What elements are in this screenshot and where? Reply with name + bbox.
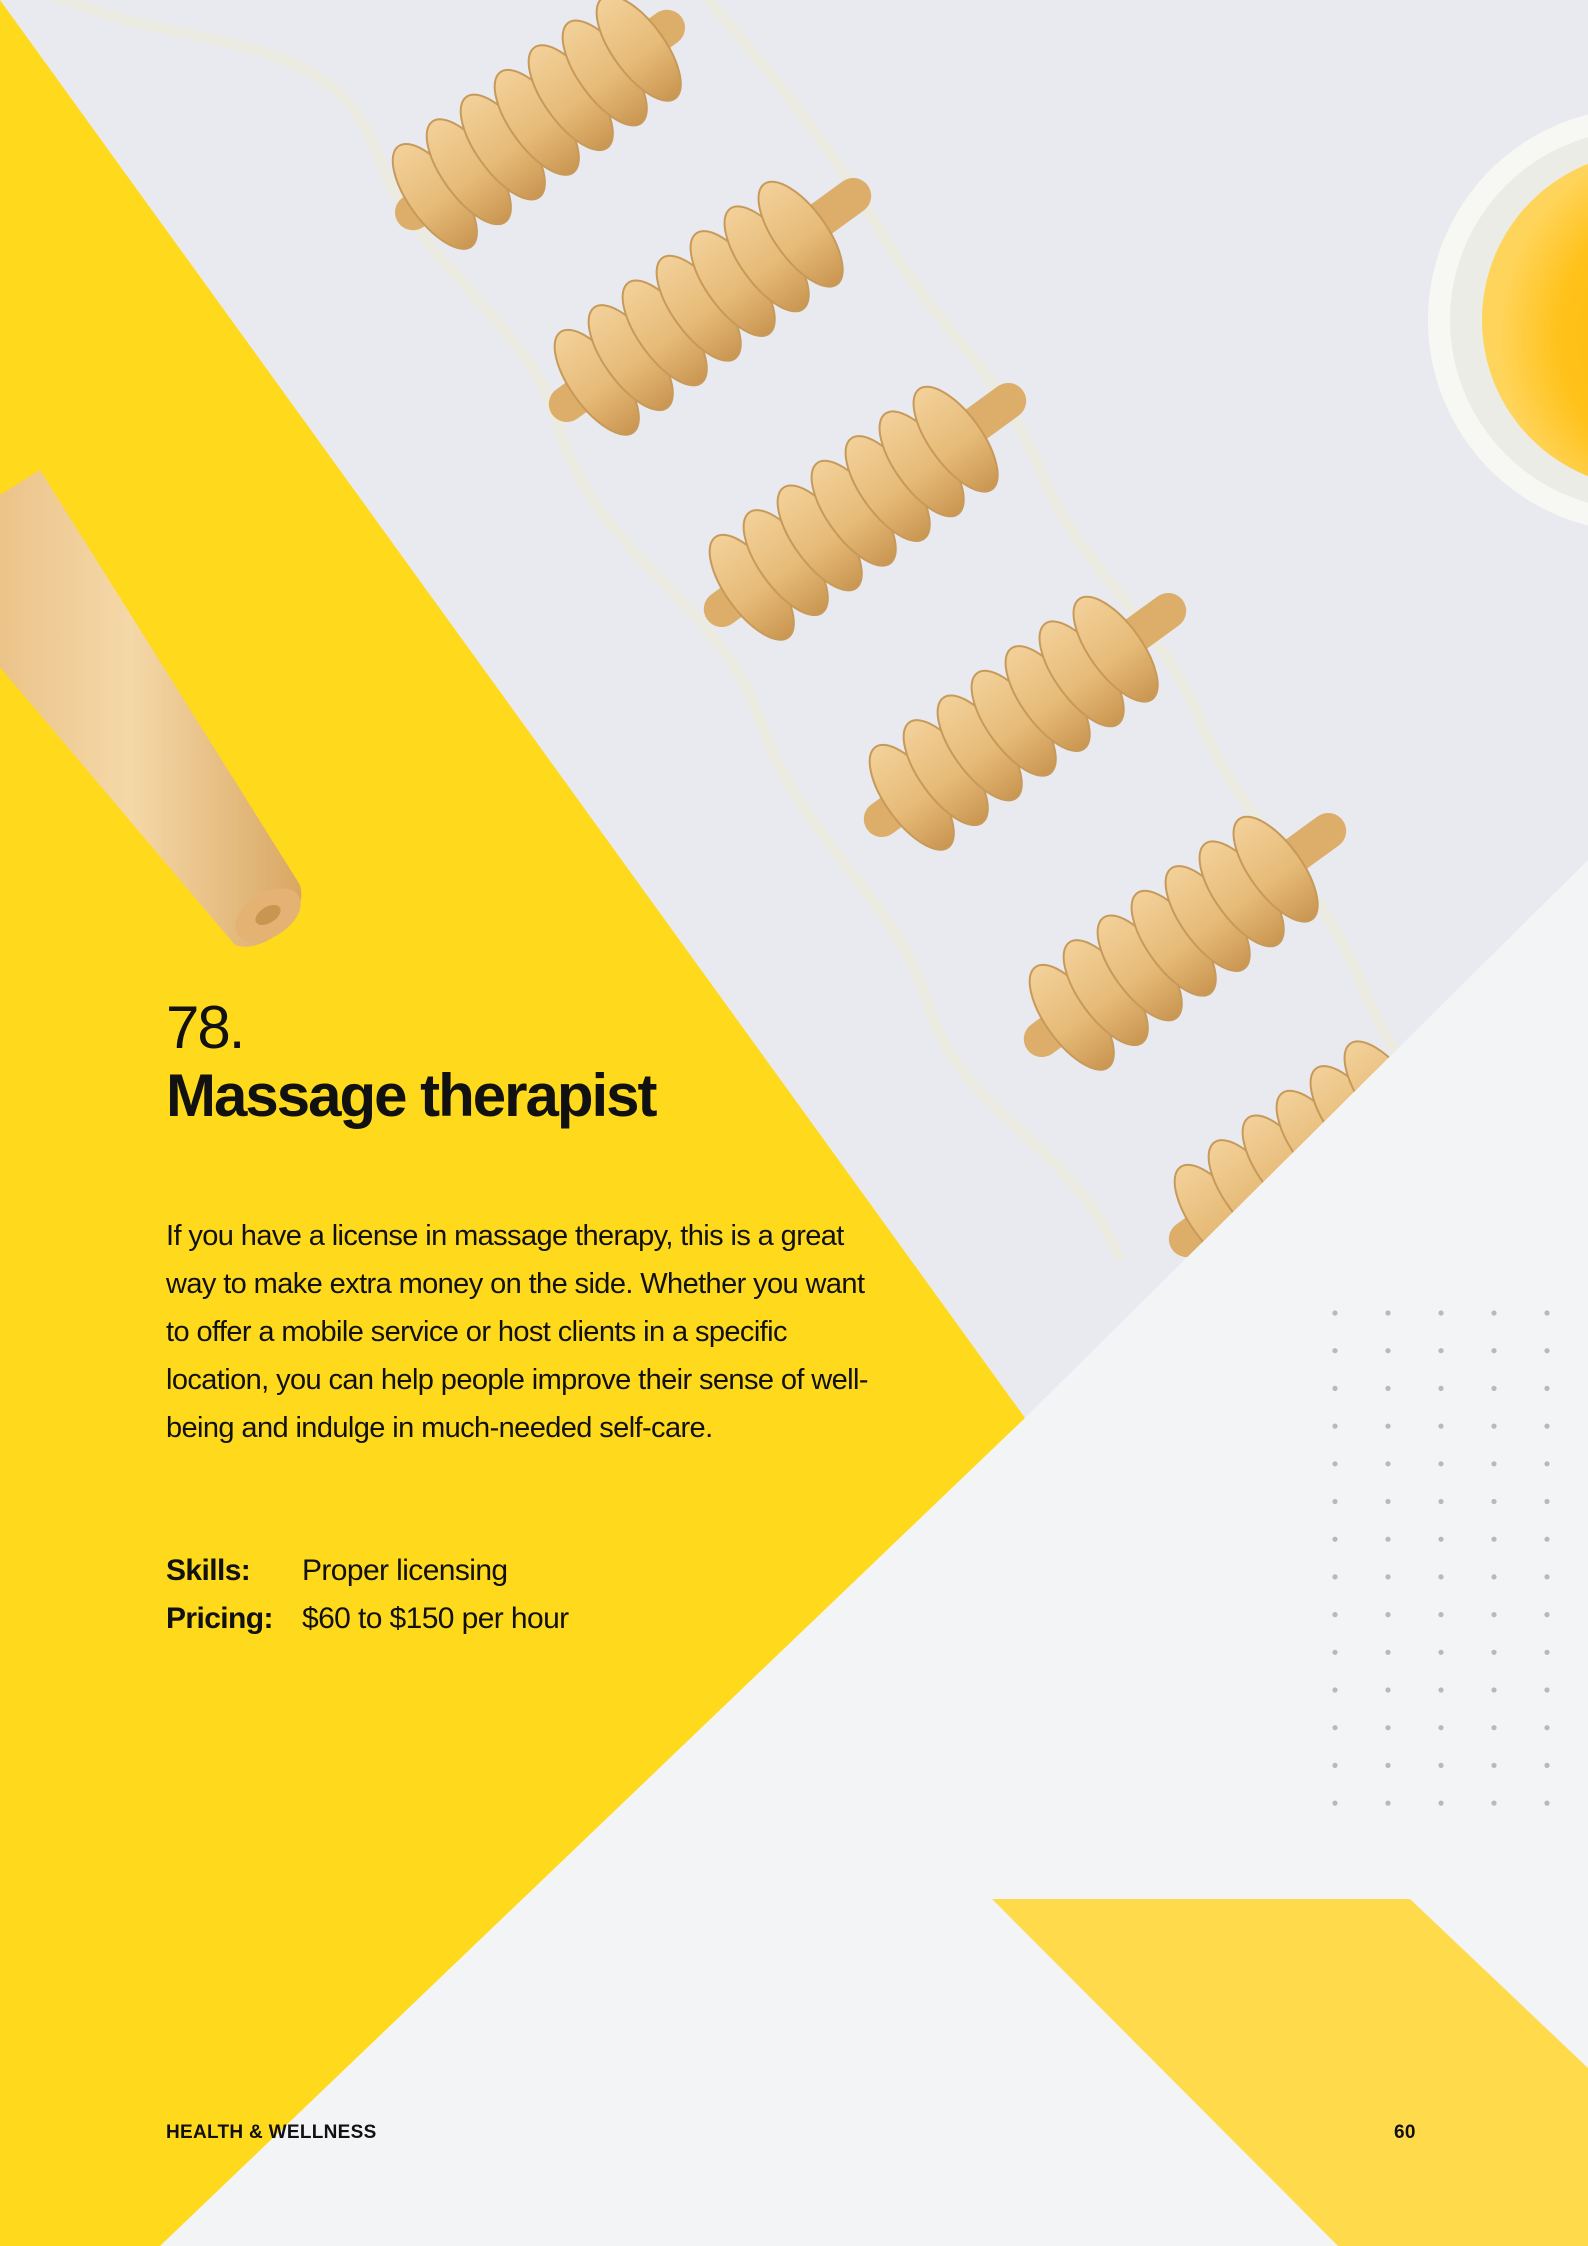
- page-title: Massage therapist: [166, 1062, 658, 1129]
- grid-dot: [1332, 1385, 1338, 1391]
- grid-dot: [1438, 1687, 1444, 1693]
- grid-dot: [1385, 1725, 1391, 1731]
- grid-dot: [1544, 1725, 1550, 1731]
- page-number: 60: [1394, 2122, 1416, 2143]
- grid-dot: [1544, 1461, 1550, 1467]
- grid-dot: [1438, 1725, 1444, 1731]
- grid-dot: [1491, 1687, 1497, 1693]
- grid-dot: [1438, 1649, 1444, 1655]
- grid-dot: [1332, 1612, 1338, 1618]
- pricing-value: $60 to $150 per hour: [302, 1602, 569, 1635]
- grid-dot: [1332, 1762, 1338, 1768]
- grid-dot: [1438, 1461, 1444, 1467]
- grid-dot: [1491, 1574, 1497, 1580]
- grid-dot: [1491, 1385, 1497, 1391]
- grid-dot: [1385, 1574, 1391, 1580]
- grid-dot: [1438, 1310, 1444, 1316]
- grid-dot: [1438, 1348, 1444, 1354]
- grid-dot: [1491, 1498, 1497, 1505]
- grid-dot: [1385, 1612, 1391, 1618]
- entry-number: 78.: [166, 994, 245, 1061]
- skills-row: Skills: Proper licensing: [166, 1554, 508, 1588]
- grid-dot: [1385, 1687, 1391, 1693]
- pricing-label: Pricing:: [166, 1602, 273, 1635]
- grid-dot: [1332, 1574, 1338, 1580]
- grid-dot: [1332, 1498, 1338, 1505]
- grid-dot: [1491, 1348, 1497, 1354]
- grid-dot: [1332, 1310, 1338, 1316]
- grid-dot: [1491, 1423, 1497, 1429]
- grid-dot: [1544, 1687, 1550, 1693]
- pricing-row: Pricing: $60 to $150 per hour: [166, 1602, 569, 1636]
- entry-description: If you have a license in massage therapy…: [166, 1220, 869, 1444]
- grid-dot: [1385, 1649, 1391, 1655]
- grid-dot: [1438, 1800, 1444, 1806]
- grid-dot: [1491, 1649, 1497, 1655]
- footer-section-label: HEALTH & WELLNESS: [166, 2122, 377, 2143]
- grid-dot: [1491, 1310, 1497, 1316]
- grid-dot: [1332, 1348, 1338, 1354]
- grid-dot: [1544, 1574, 1550, 1580]
- grid-dot: [1385, 1498, 1391, 1505]
- grid-dot: [1385, 1385, 1391, 1391]
- grid-dot: [1491, 1461, 1497, 1467]
- grid-dot: [1385, 1423, 1391, 1429]
- grid-dot: [1544, 1348, 1550, 1354]
- grid-dot: [1385, 1800, 1391, 1806]
- grid-dot: [1438, 1612, 1444, 1618]
- grid-dot: [1544, 1385, 1550, 1391]
- grid-dot: [1544, 1498, 1550, 1505]
- grid-dot: [1385, 1762, 1391, 1768]
- grid-dot: [1491, 1762, 1497, 1768]
- grid-dot: [1438, 1498, 1444, 1505]
- grid-dot: [1332, 1423, 1338, 1429]
- grid-dot: [1491, 1725, 1497, 1731]
- grid-dot: [1385, 1310, 1391, 1316]
- grid-dot: [1385, 1536, 1391, 1542]
- grid-dot: [1385, 1461, 1391, 1467]
- skills-label: Skills:: [166, 1554, 251, 1587]
- grid-dot: [1544, 1612, 1550, 1618]
- grid-dot: [1438, 1536, 1444, 1542]
- grid-dot: [1491, 1536, 1497, 1542]
- grid-dot: [1385, 1348, 1391, 1354]
- grid-dot: [1438, 1423, 1444, 1429]
- grid-dot: [1544, 1800, 1550, 1806]
- skills-value: Proper licensing: [302, 1554, 508, 1587]
- grid-dot: [1491, 1612, 1497, 1618]
- grid-dot: [1332, 1536, 1338, 1542]
- grid-dot: [1332, 1649, 1338, 1655]
- grid-dot: [1438, 1762, 1444, 1768]
- grid-dot: [1438, 1385, 1444, 1391]
- grid-dot: [1332, 1687, 1338, 1693]
- grid-dot: [1544, 1762, 1550, 1768]
- grid-dot: [1544, 1536, 1550, 1542]
- grid-dot: [1544, 1423, 1550, 1429]
- grid-dot: [1544, 1649, 1550, 1655]
- grid-dot: [1438, 1574, 1444, 1580]
- grid-dot: [1544, 1310, 1550, 1316]
- grid-dot: [1332, 1461, 1338, 1467]
- grid-dot: [1332, 1725, 1338, 1731]
- grid-dot: [1491, 1800, 1497, 1806]
- grid-dot: [1332, 1800, 1338, 1806]
